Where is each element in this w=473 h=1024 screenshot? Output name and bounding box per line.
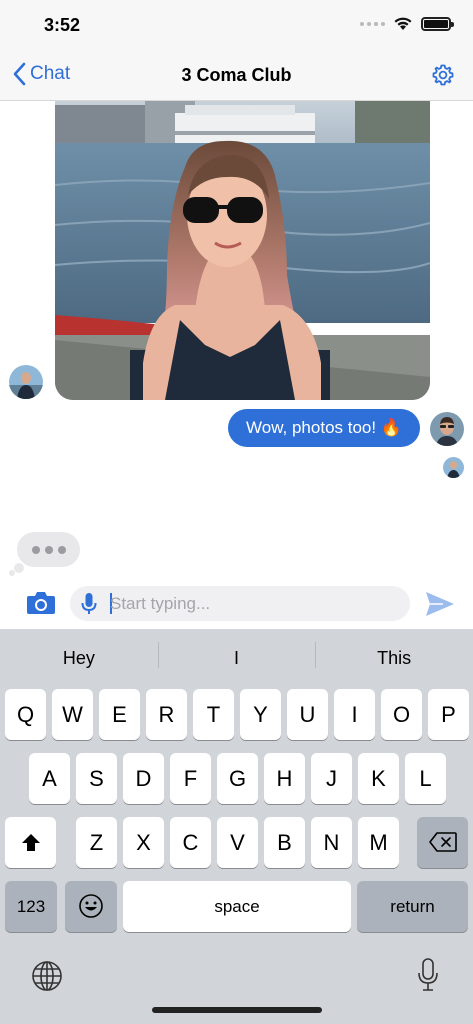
typing-indicator [17, 532, 80, 567]
input-placeholder: Start typing... [110, 594, 211, 613]
key-e[interactable]: E [99, 689, 140, 740]
key-a[interactable]: A [29, 753, 70, 804]
key-p[interactable]: P [428, 689, 469, 740]
suggestion-item[interactable]: This [315, 629, 473, 684]
microphone-icon[interactable] [81, 592, 97, 616]
key-m[interactable]: M [358, 817, 399, 868]
battery-icon [421, 16, 454, 31]
sent-message-bubble[interactable]: Wow, photos too! 🔥 [228, 409, 420, 447]
dictation-icon [418, 958, 438, 991]
suggestion-item[interactable]: Hey [0, 629, 158, 684]
key-d[interactable]: D [123, 753, 164, 804]
key-f[interactable]: F [170, 753, 211, 804]
key-j[interactable]: J [311, 753, 352, 804]
status-bar: 3:52 [0, 0, 473, 50]
key-h[interactable]: H [264, 753, 305, 804]
backspace-key[interactable] [417, 817, 468, 868]
key-y[interactable]: Y [240, 689, 281, 740]
key-q[interactable]: Q [5, 689, 46, 740]
globe-button[interactable] [31, 960, 63, 997]
key-g[interactable]: G [217, 753, 258, 804]
emoji-icon [79, 894, 103, 918]
chat-title: 3 Coma Club [181, 65, 292, 85]
status-indicators [360, 16, 454, 31]
settings-button[interactable] [431, 63, 455, 92]
numbers-key[interactable]: 123 [5, 881, 57, 932]
backspace-icon [428, 832, 457, 852]
predictive-bar: Hey I This [0, 629, 473, 684]
message-input-bar: Start typing... [0, 576, 473, 629]
shift-key[interactable] [5, 817, 56, 868]
avatar-image [430, 412, 464, 446]
shift-icon [21, 834, 40, 851]
emoji-key[interactable] [65, 881, 117, 932]
globe-icon [32, 961, 62, 991]
key-o[interactable]: O [381, 689, 422, 740]
avatar-image [9, 365, 43, 399]
key-x[interactable]: X [123, 817, 164, 868]
key-k[interactable]: K [358, 753, 399, 804]
space-key[interactable]: space [123, 881, 351, 932]
key-z[interactable]: Z [76, 817, 117, 868]
send-button[interactable] [425, 591, 455, 622]
camera-icon [27, 592, 55, 614]
key-i[interactable]: I [334, 689, 375, 740]
navigation-bar: Chat 3 Coma Club [0, 50, 473, 101]
key-v[interactable]: V [217, 817, 258, 868]
wifi-icon [394, 17, 412, 30]
return-key[interactable]: return [357, 881, 468, 932]
read-receipt-avatar [443, 457, 464, 478]
key-l[interactable]: L [405, 753, 446, 804]
key-t[interactable]: T [193, 689, 234, 740]
photo-message[interactable] [55, 101, 430, 400]
my-avatar[interactable] [430, 412, 464, 446]
key-u[interactable]: U [287, 689, 328, 740]
key-s[interactable]: S [76, 753, 117, 804]
camera-button[interactable] [26, 590, 56, 621]
photo-image [55, 101, 430, 400]
gear-icon [432, 64, 454, 86]
dictation-button[interactable] [417, 958, 439, 997]
chat-messages[interactable]: Wow, photos too! 🔥 [0, 101, 473, 576]
avatar-image [443, 457, 464, 478]
status-time: 3:52 [44, 15, 81, 35]
key-n[interactable]: N [311, 817, 352, 868]
typing-indicator-tail [14, 563, 24, 573]
sender-avatar[interactable] [9, 365, 43, 399]
suggestion-item[interactable]: I [157, 629, 316, 684]
home-indicator[interactable] [152, 1007, 322, 1013]
key-r[interactable]: R [146, 689, 187, 740]
keyboard: Hey I This Q W E R T Y U I O P A S D F G… [0, 629, 473, 1024]
send-icon [426, 592, 454, 616]
key-b[interactable]: B [264, 817, 305, 868]
key-w[interactable]: W [52, 689, 93, 740]
key-c[interactable]: C [170, 817, 211, 868]
signal-icon [360, 21, 385, 26]
message-input[interactable]: Start typing... [70, 586, 410, 621]
